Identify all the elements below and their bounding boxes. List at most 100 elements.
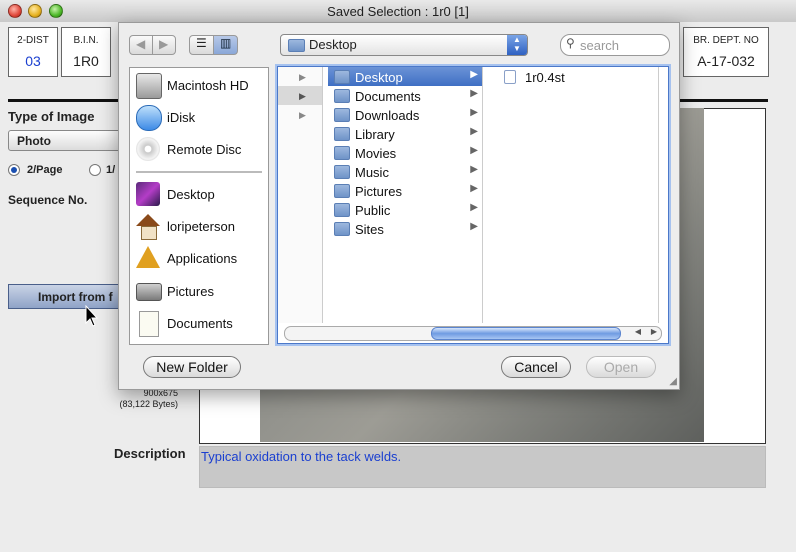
bin-label: B.I.N. bbox=[73, 35, 99, 46]
window-title: Saved Selection : 1r0 [1] bbox=[327, 4, 469, 19]
column-view-icon: ▥ bbox=[220, 36, 232, 50]
import-button-label: Import from f bbox=[38, 290, 113, 304]
parent-column[interactable]: ▶ ▶ ▶ bbox=[278, 67, 323, 323]
folder-row-desktop[interactable]: Desktop ▶ bbox=[328, 67, 482, 86]
sidebar-item-documents[interactable]: Documents bbox=[136, 311, 262, 337]
sidebar-item-label: Remote Disc bbox=[167, 142, 242, 157]
radio-1-per-page[interactable] bbox=[89, 164, 101, 176]
description-field[interactable]: Typical oxidation to the tack welds. bbox=[199, 446, 766, 488]
folder-icon bbox=[334, 222, 350, 236]
folder-row-label: Sites bbox=[355, 222, 384, 237]
radio-2-per-page[interactable] bbox=[8, 164, 20, 176]
folder-row-label: Desktop bbox=[355, 70, 403, 85]
folder-row-library[interactable]: Library ▶ bbox=[328, 124, 482, 143]
forward-button[interactable]: ▶ bbox=[152, 35, 176, 55]
resize-grip-icon[interactable]: ◢ bbox=[669, 376, 677, 387]
file-row-label: 1r0.4st bbox=[525, 70, 565, 85]
dist-value[interactable]: 03 bbox=[9, 53, 57, 69]
disclosure-arrow-icon: ▶ bbox=[470, 88, 478, 99]
sidebar-item-idisk[interactable]: iDisk bbox=[136, 105, 262, 131]
back-button[interactable]: ◀ bbox=[129, 35, 153, 55]
scroll-thumb[interactable] bbox=[431, 327, 621, 340]
location-stepper-icon: ▲ ▼ bbox=[507, 35, 527, 55]
sidebar-item-label: Macintosh HD bbox=[167, 78, 249, 93]
sidebar-item-remote-disc[interactable]: Remote Disc bbox=[136, 137, 262, 163]
disc-icon bbox=[136, 137, 160, 161]
file-row[interactable]: 1r0.4st bbox=[488, 67, 658, 86]
desktop-icon bbox=[136, 182, 160, 206]
folder-row-public[interactable]: Public ▶ bbox=[328, 200, 482, 219]
sidebar-item-label: Applications bbox=[167, 251, 238, 266]
image-info: 900x675 (83,122 Bytes) bbox=[118, 388, 178, 410]
sidebar-item-applications[interactable]: Applications bbox=[136, 246, 262, 272]
sidebar-item-desktop[interactable]: Desktop bbox=[136, 182, 262, 208]
search-field[interactable]: ⚲ search bbox=[560, 34, 670, 56]
new-folder-button[interactable]: New Folder bbox=[143, 356, 241, 378]
folder-row-movies[interactable]: Movies ▶ bbox=[328, 143, 482, 162]
folder-icon bbox=[334, 108, 350, 122]
disclosure-arrow-icon: ▶ bbox=[470, 164, 478, 175]
folder-column: Desktop ▶ Documents ▶ Downloads ▶ Librar… bbox=[328, 67, 483, 323]
disclosure-arrow-icon: ▶ bbox=[470, 126, 478, 137]
folder-row-label: Downloads bbox=[355, 108, 420, 123]
dialog-sidebar: Macintosh HD iDisk Remote Disc Desktop l… bbox=[129, 67, 269, 345]
folder-icon bbox=[334, 184, 350, 198]
forward-arrow-icon: ▶ bbox=[159, 37, 169, 51]
bin-box: B.I.N. 1R0 bbox=[61, 27, 111, 77]
hard-drive-icon bbox=[136, 73, 162, 99]
folder-row-music[interactable]: Music ▶ bbox=[328, 162, 482, 181]
folder-icon bbox=[334, 165, 350, 179]
mouse-cursor-icon bbox=[85, 305, 99, 327]
document-icon bbox=[139, 311, 159, 337]
column-view-button[interactable]: ▥ bbox=[213, 35, 238, 55]
folder-row-label: Documents bbox=[355, 89, 421, 104]
cancel-button[interactable]: Cancel bbox=[501, 356, 571, 378]
back-arrow-icon: ◀ bbox=[136, 37, 146, 51]
file-column: 1r0.4st bbox=[488, 67, 659, 323]
disclosure-arrow-icon: ▶ bbox=[470, 202, 478, 213]
sidebar-divider bbox=[136, 171, 262, 173]
import-button[interactable]: Import from f bbox=[8, 284, 124, 309]
horizontal-scrollbar[interactable]: ◀ ▶ bbox=[284, 326, 662, 341]
sidebar-item-label: loripeterson bbox=[167, 219, 235, 234]
window-titlebar: Saved Selection : 1r0 [1] bbox=[0, 0, 796, 23]
dept-value: A-17-032 bbox=[697, 53, 755, 69]
sidebar-item-label: Pictures bbox=[167, 284, 214, 299]
disclosure-arrow-icon: ▶ bbox=[470, 183, 478, 194]
folder-icon bbox=[334, 146, 350, 160]
location-popup[interactable]: Desktop ▲ ▼ bbox=[280, 34, 528, 56]
scroll-right-icon[interactable]: ▶ bbox=[651, 327, 657, 336]
open-button[interactable]: Open bbox=[586, 356, 656, 378]
folder-row-label: Movies bbox=[355, 146, 397, 161]
column-browser: ▶ ▶ ▶ Desktop ▶ Documents ▶ Downloads ▶ bbox=[277, 66, 669, 344]
disclosure-arrow-icon: ▶ bbox=[470, 221, 478, 232]
dept-box: BR. DEPT. NO A-17-032 bbox=[683, 27, 769, 77]
folder-row-pictures[interactable]: Pictures ▶ bbox=[328, 181, 482, 200]
folder-row-sites[interactable]: Sites ▶ bbox=[328, 219, 482, 238]
type-value: Photo bbox=[17, 134, 51, 148]
sidebar-item-macintosh-hd[interactable]: Macintosh HD bbox=[136, 73, 262, 99]
sidebar-item-loripeterson[interactable]: loripeterson bbox=[136, 214, 262, 240]
scroll-left-icon[interactable]: ◀ bbox=[635, 327, 641, 336]
search-placeholder: search bbox=[580, 38, 620, 53]
search-icon: ⚲ bbox=[566, 36, 575, 50]
type-popup[interactable]: Photo bbox=[8, 130, 130, 151]
folder-row-documents[interactable]: Documents ▶ bbox=[328, 86, 482, 105]
folder-icon bbox=[334, 70, 350, 84]
sidebar-item-pictures[interactable]: Pictures bbox=[136, 279, 262, 305]
applications-icon bbox=[136, 246, 160, 268]
folder-icon bbox=[288, 39, 305, 52]
disclosure-arrow-icon: ▶ bbox=[299, 91, 306, 101]
disclosure-arrow-icon: ▶ bbox=[299, 110, 306, 120]
folder-row-label: Pictures bbox=[355, 184, 402, 199]
disclosure-arrow-icon: ▶ bbox=[470, 145, 478, 156]
sidebar-item-label: Documents bbox=[167, 316, 233, 331]
list-view-button[interactable]: ☰ bbox=[189, 35, 214, 55]
sequence-label: Sequence No. bbox=[8, 193, 88, 207]
radio-1-per-page-label: 1/ bbox=[106, 164, 116, 176]
folder-row-label: Public bbox=[355, 203, 391, 218]
dept-label: BR. DEPT. NO bbox=[693, 35, 759, 46]
folder-row-downloads[interactable]: Downloads ▶ bbox=[328, 105, 482, 124]
description-label: Description bbox=[114, 446, 186, 461]
image-bytes: (83,122 Bytes) bbox=[119, 399, 178, 409]
